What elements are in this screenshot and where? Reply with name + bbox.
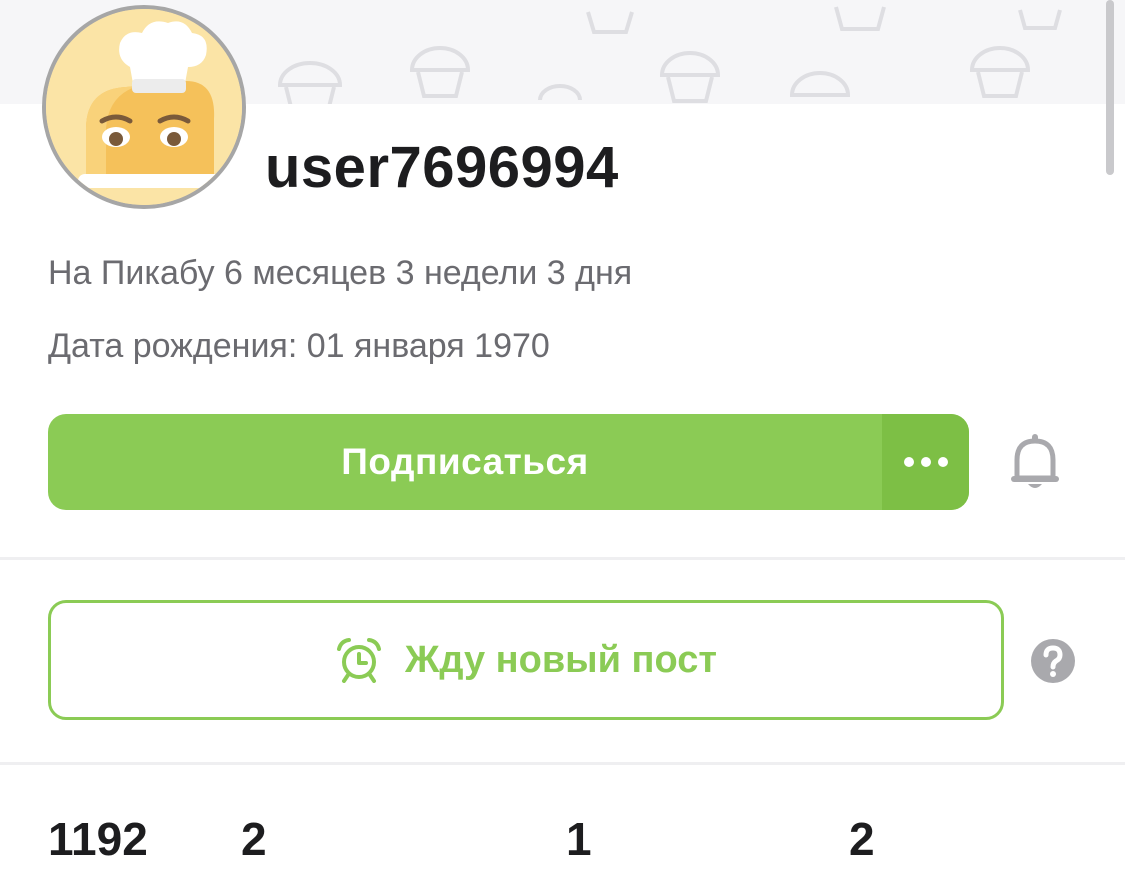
bell-icon [1011, 434, 1059, 488]
stat-value: 1192 [48, 813, 148, 865]
profile-birthday: Дата рождения: 01 января 1970 [48, 327, 550, 365]
more-dots-icon [903, 457, 948, 467]
alarm-clock-icon [337, 638, 382, 683]
wait-new-post-button[interactable]: Жду новый пост [48, 600, 1004, 720]
page-scrollbar[interactable] [1106, 0, 1114, 175]
subscribe-label: Подписаться [341, 441, 589, 482]
username: user7696994 [265, 135, 619, 200]
section-divider [0, 557, 1125, 560]
stat-value: 2 [241, 813, 267, 865]
help-button[interactable] [1031, 639, 1075, 683]
more-options-button[interactable] [882, 414, 969, 510]
avatar[interactable] [42, 5, 246, 209]
profile-tenure: На Пикабу 6 месяцев 3 недели 3 дня [48, 254, 633, 292]
stat-value: 1 [566, 813, 592, 865]
wait-new-post-label: Жду новый пост [405, 638, 717, 681]
stat-value: 2 [849, 813, 875, 865]
chef-toast-avatar-icon [46, 9, 242, 205]
question-icon [1031, 639, 1075, 683]
subscribe-button[interactable]: Подписаться [48, 414, 969, 510]
notification-bell-button[interactable] [1008, 434, 1062, 490]
section-divider [0, 762, 1125, 765]
